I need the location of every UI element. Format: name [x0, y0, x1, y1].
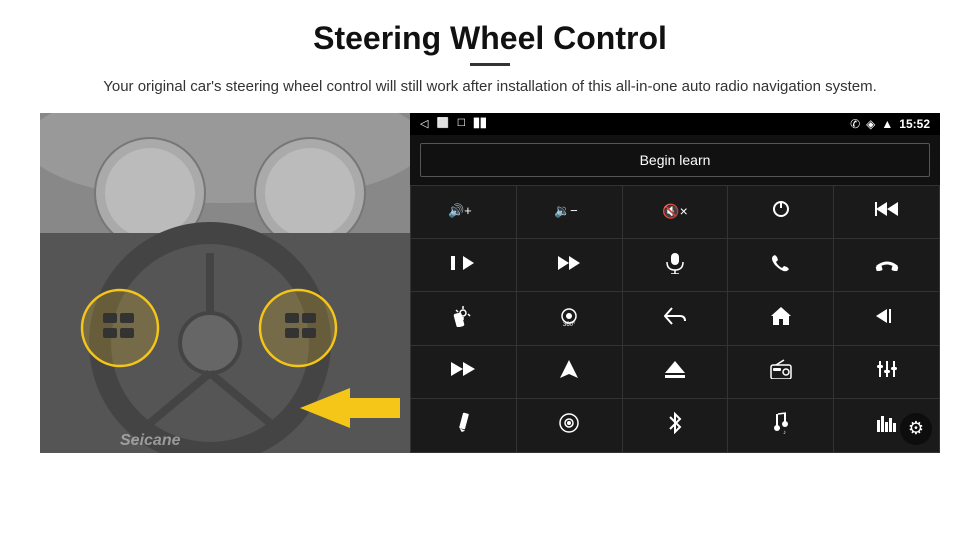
- music-button[interactable]: ♪: [728, 399, 833, 451]
- back-icon: [664, 307, 686, 330]
- next-icon: [451, 255, 475, 276]
- bluetooth-button[interactable]: [623, 399, 728, 451]
- power-button[interactable]: [728, 186, 833, 238]
- signal-icon: ▊▊: [474, 118, 488, 129]
- eject-icon: [664, 360, 686, 383]
- title-divider: [470, 63, 510, 66]
- steering-wheel-photo: Seicane: [40, 113, 410, 453]
- vol-up-icon: 🔊+: [448, 199, 478, 224]
- prev-prev-icon: [875, 201, 899, 222]
- vol-down-button[interactable]: 🔉−: [517, 186, 622, 238]
- subtitle: Your original car's steering wheel contr…: [40, 76, 940, 99]
- next-button[interactable]: [411, 239, 516, 291]
- content-wrapper: Seicane ◁ ⬜ ☐ ▊▊ ✆ ◈ ▲: [40, 113, 940, 453]
- status-bar: ◁ ⬜ ☐ ▊▊ ✆ ◈ ▲ 15:52: [410, 113, 940, 135]
- skip-fwd-icon: [557, 255, 581, 276]
- skip-fwd-button[interactable]: [517, 239, 622, 291]
- eq-icon: [876, 359, 898, 384]
- brightness-icon: [452, 305, 474, 332]
- begin-learn-row: Begin learn: [410, 135, 940, 185]
- location-status-icon: ◈: [866, 117, 875, 131]
- content-area: Seicane ◁ ⬜ ☐ ▊▊ ✆ ◈ ▲: [40, 113, 940, 453]
- back-nav-icon[interactable]: ◁: [420, 117, 428, 130]
- svg-text:🔊+: 🔊+: [448, 202, 472, 219]
- svg-text:🔉−: 🔉−: [554, 203, 578, 219]
- svg-text:Seicane: Seicane: [120, 432, 181, 449]
- eject-button[interactable]: [623, 346, 728, 398]
- vol-down-icon: 🔉−: [554, 199, 584, 224]
- page-container: Steering Wheel Control Your original car…: [0, 0, 980, 463]
- vol-mute-icon: 🔇×: [662, 203, 688, 220]
- brightness-button[interactable]: [411, 292, 516, 344]
- mic-button[interactable]: [623, 239, 728, 291]
- recent-icon[interactable]: ☐: [457, 118, 466, 129]
- radio-button[interactable]: [728, 346, 833, 398]
- prev-prev-button[interactable]: [834, 186, 939, 238]
- home-icon[interactable]: ⬜: [436, 118, 448, 129]
- pen-button[interactable]: [411, 399, 516, 451]
- media-button[interactable]: [517, 399, 622, 451]
- page-title: Steering Wheel Control: [40, 20, 940, 57]
- skip-back-icon: [875, 308, 899, 329]
- skip-back-btn[interactable]: [834, 292, 939, 344]
- power-icon: [771, 199, 791, 224]
- svg-text:360°: 360°: [563, 322, 576, 326]
- spectrum-icon: [876, 414, 898, 437]
- phone-button[interactable]: [728, 239, 833, 291]
- gear-overlay[interactable]: ⚙: [900, 413, 932, 445]
- status-right: ✆ ◈ ▲ 15:52: [850, 117, 930, 131]
- android-panel: ◁ ⬜ ☐ ▊▊ ✆ ◈ ▲ 15:52 Begin learn: [410, 113, 940, 453]
- pen-icon: [453, 412, 473, 439]
- mic-icon: [665, 252, 685, 279]
- vol-up-button[interactable]: 🔊+: [411, 186, 516, 238]
- back-btn[interactable]: [623, 292, 728, 344]
- phone-status-icon: ✆: [850, 117, 860, 131]
- begin-learn-button[interactable]: Begin learn: [420, 143, 930, 177]
- svg-text:♪: ♪: [783, 430, 786, 434]
- ff-button[interactable]: [411, 346, 516, 398]
- nav-icon: [559, 359, 579, 384]
- media-icon: [558, 412, 580, 439]
- wifi-status-icon: ▲: [881, 117, 893, 131]
- eq-button[interactable]: [834, 346, 939, 398]
- music-icon: ♪: [770, 412, 792, 439]
- vol-mute-button[interactable]: 🔇×: [623, 186, 728, 238]
- ff-icon: [450, 361, 476, 382]
- hangup-icon: [875, 255, 899, 276]
- title-section: Steering Wheel Control Your original car…: [40, 20, 940, 99]
- controls-grid: 🔊+ 🔉− 🔇×: [410, 185, 940, 453]
- radio-icon: [770, 359, 792, 384]
- hangup-button[interactable]: [834, 239, 939, 291]
- bluetooth-icon: [667, 412, 683, 439]
- gear-icon: ⚙: [908, 418, 924, 439]
- status-left: ◁ ⬜ ☐ ▊▊: [420, 117, 488, 130]
- cam360-icon: 360°: [557, 306, 581, 331]
- nav-button[interactable]: [517, 346, 622, 398]
- home-icon: [770, 306, 792, 331]
- phone-icon: [771, 253, 791, 278]
- home-btn[interactable]: [728, 292, 833, 344]
- cam360-button[interactable]: 360°: [517, 292, 622, 344]
- clock: 15:52: [899, 117, 930, 131]
